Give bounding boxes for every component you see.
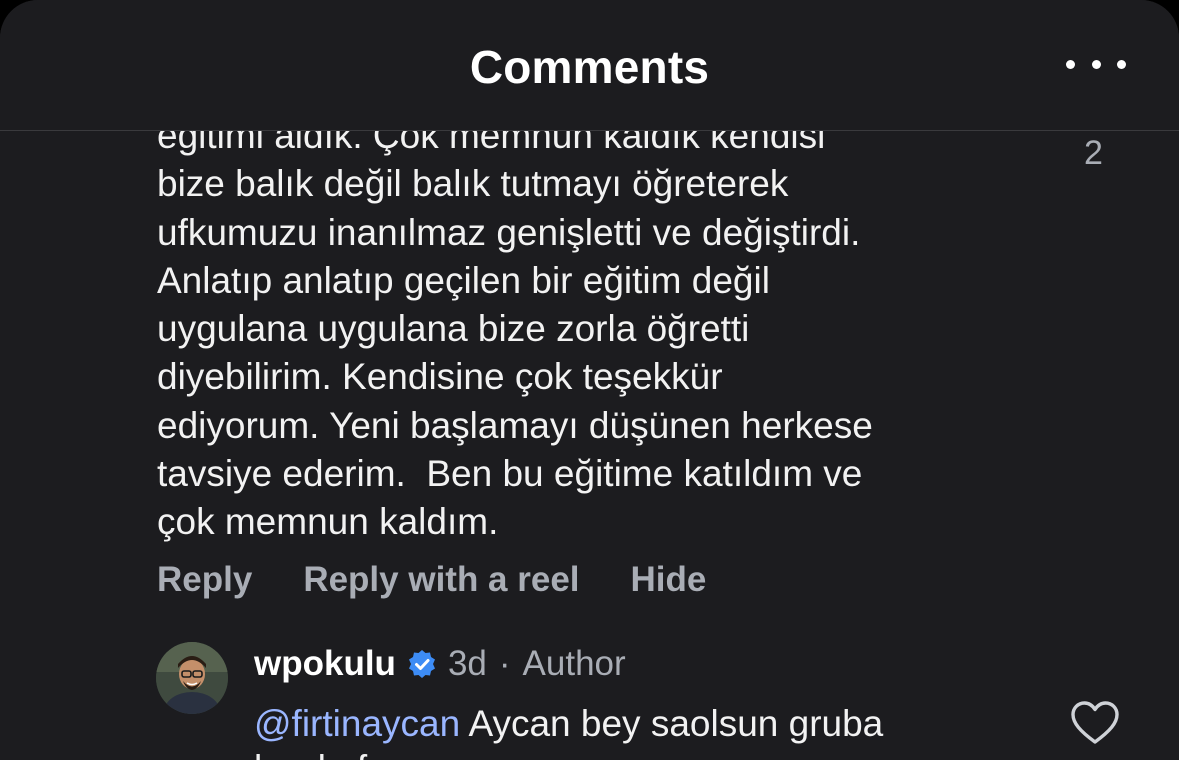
author-label: Author — [522, 644, 626, 683]
comment-text: eğitimi aldık. Çok memnun kaldık kendisi… — [157, 112, 1037, 547]
page-title: Comments — [469, 41, 710, 93]
reply-text-continued: bu da fır... — [254, 748, 419, 760]
comment-like-count[interactable]: 2 — [1084, 134, 1103, 173]
verified-badge-icon — [408, 650, 435, 678]
separator-dot: · — [498, 644, 511, 683]
comment-text-line: uygulana uygulana bize zorla öğretti — [157, 308, 750, 350]
reply-with-reel-button[interactable]: Reply with a reel — [303, 560, 579, 600]
comment-text-line: ufkumuzu inanılmaz genişletti ve değişti… — [157, 211, 861, 253]
comment-text-line: tavsiye ederim. Ben bu eğitime katıldım … — [157, 453, 863, 495]
avatar-image — [156, 642, 228, 714]
comment-text-line: diyebilirim. Kendisine çok teşekkür — [157, 356, 723, 398]
comment-text-line: çok memnun kaldım. — [157, 501, 499, 543]
heart-outline-icon[interactable] — [1070, 700, 1120, 746]
comment-text-line: ediyorum. Yeni başlamayı düşünen herkese — [157, 404, 873, 446]
comment-text-line: bize balık değil balık tutmayı öğreterek — [157, 163, 789, 205]
reply-button[interactable]: Reply — [157, 560, 252, 600]
more-horizontal-icon — [1066, 59, 1075, 69]
reply-text: @firtinaycan Aycan bey saolsun gruba — [254, 700, 1054, 748]
comment-actions: Reply Reply with a reel Hide — [157, 560, 706, 600]
comment-text-line: Anlatıp anlatıp geçilen bir eğitim değil — [157, 259, 770, 301]
reply-text-body: Aycan bey saolsun gruba — [460, 703, 884, 744]
comments-sheet: eğitimi aldık. Çok memnun kaldık kendisi… — [0, 0, 1179, 760]
reply-header: wpokulu 3d · Author — [254, 644, 626, 684]
hide-button[interactable]: Hide — [631, 560, 707, 600]
more-options-button[interactable] — [1066, 50, 1126, 78]
reply-time: 3d — [447, 644, 487, 683]
reply-username[interactable]: wpokulu — [254, 644, 396, 684]
mention-link[interactable]: @firtinaycan — [254, 703, 460, 744]
more-dot — [1117, 59, 1126, 69]
sheet-header: Comments — [0, 0, 1179, 131]
more-dot — [1091, 59, 1101, 69]
avatar[interactable] — [156, 642, 228, 714]
